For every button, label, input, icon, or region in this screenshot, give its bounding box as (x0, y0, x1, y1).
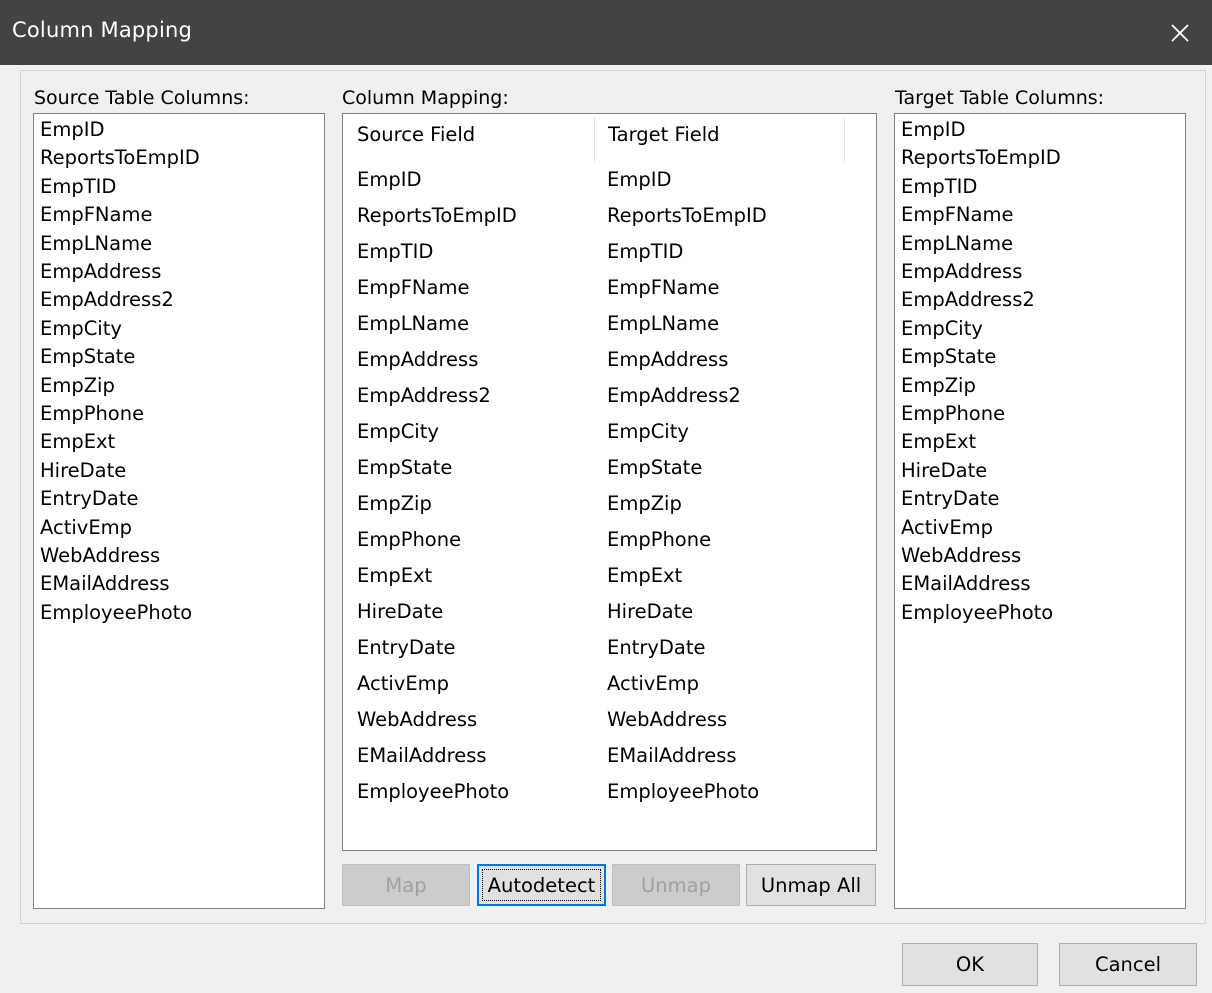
mapping-source-cell[interactable]: EmpPhone (357, 522, 461, 558)
list-item[interactable]: EmpLName (40, 230, 152, 258)
mapping-target-cell[interactable]: EMailAddress (607, 738, 737, 774)
mapping-source-cell[interactable]: EmpLName (357, 306, 469, 342)
list-item[interactable]: EmpZip (901, 372, 976, 400)
list-item[interactable]: EmpTID (901, 173, 977, 201)
mapping-target-cell[interactable]: EmpLName (607, 306, 719, 342)
mapping-target-cell[interactable]: ReportsToEmpID (607, 198, 767, 234)
mapping-target-cell[interactable]: ActivEmp (607, 666, 699, 702)
list-item[interactable]: EmpID (901, 116, 965, 144)
mapping-target-cell[interactable]: EmpExt (607, 558, 682, 594)
target-columns-label: Target Table Columns: (895, 87, 1105, 109)
target-columns-list[interactable]: EmpID ReportsToEmpID EmpTID EmpFName EmpLNam… (894, 113, 1186, 909)
list-item[interactable]: EmpFName (40, 201, 152, 229)
list-item[interactable]: EntryDate (901, 485, 1000, 513)
unmap-all-button[interactable]: Unmap All (746, 864, 876, 906)
list-item[interactable]: EmpExt (40, 428, 115, 456)
mapping-source-cell[interactable]: HireDate (357, 594, 443, 630)
list-item[interactable]: ReportsToEmpID (901, 144, 1061, 172)
mapping-source-cell[interactable]: EmpTID (357, 234, 433, 270)
mapping-target-cell[interactable]: EmpZip (607, 486, 682, 522)
list-item[interactable]: ReportsToEmpID (40, 144, 200, 172)
autodetect-button-label: Autodetect (487, 873, 596, 897)
list-item[interactable]: EmpTID (40, 173, 116, 201)
close-button[interactable] (1148, 0, 1212, 65)
mapping-source-cell[interactable]: EmployeePhoto (357, 774, 509, 810)
list-item[interactable]: EmpState (40, 343, 135, 371)
list-item[interactable]: EntryDate (40, 485, 139, 513)
list-item[interactable]: EmpCity (901, 315, 983, 343)
source-columns-list[interactable]: EmpID ReportsToEmpID EmpTID EmpFName EmpLNam… (33, 113, 325, 909)
list-item[interactable]: EmployeePhoto (901, 599, 1053, 627)
mapping-source-cell[interactable]: WebAddress (357, 702, 477, 738)
list-item[interactable]: HireDate (901, 457, 987, 485)
source-field-header[interactable]: Source Field (357, 123, 475, 146)
list-item[interactable]: EmpZip (40, 372, 115, 400)
map-button-label: Map (385, 873, 427, 897)
list-item[interactable]: EMailAddress (40, 570, 170, 598)
target-field-header[interactable]: Target Field (608, 123, 720, 146)
column-mapping-grid[interactable]: Source Field Target Field EmpID EmpID Repo… (342, 113, 877, 851)
source-columns-label: Source Table Columns: (34, 87, 250, 109)
mapping-source-cell[interactable]: EmpFName (357, 270, 469, 306)
mapping-source-cell[interactable]: EmpExt (357, 558, 432, 594)
mapping-target-cell[interactable]: EmpAddress2 (607, 378, 741, 414)
ok-button-label: OK (955, 953, 985, 976)
mapping-target-cell[interactable]: EmpAddress (607, 342, 728, 378)
mapping-source-cell[interactable]: ReportsToEmpID (357, 198, 517, 234)
list-item[interactable]: EMailAddress (901, 570, 1031, 598)
cancel-button-label: Cancel (1094, 953, 1162, 976)
list-item[interactable]: EmpID (40, 116, 104, 144)
list-item[interactable]: EmpPhone (40, 400, 144, 428)
list-item[interactable]: ActivEmp (40, 514, 132, 542)
mapping-source-cell[interactable]: EmpCity (357, 414, 439, 450)
mapping-target-cell[interactable]: EmpPhone (607, 522, 711, 558)
mapping-target-cell[interactable]: EmpState (607, 450, 702, 486)
cancel-button[interactable]: Cancel (1059, 943, 1197, 986)
list-item[interactable]: EmpAddress (901, 258, 1022, 286)
list-item[interactable]: EmpCity (40, 315, 122, 343)
map-button[interactable]: Map (342, 864, 470, 906)
ok-button[interactable]: OK (902, 943, 1038, 986)
close-icon (1171, 23, 1189, 42)
mapping-source-cell[interactable]: ActivEmp (357, 666, 449, 702)
list-item[interactable]: EmpAddress (40, 258, 161, 286)
mapping-target-cell[interactable]: EmpCity (607, 414, 689, 450)
list-item[interactable]: ActivEmp (901, 514, 993, 542)
unmap-all-button-label: Unmap All (760, 873, 862, 897)
header-divider (844, 118, 845, 162)
list-item[interactable]: EmployeePhoto (40, 599, 192, 627)
mapping-source-cell[interactable]: EmpState (357, 450, 452, 486)
mapping-target-cell[interactable]: HireDate (607, 594, 693, 630)
unmap-button[interactable]: Unmap (612, 864, 740, 906)
list-item[interactable]: WebAddress (901, 542, 1021, 570)
list-item[interactable]: WebAddress (40, 542, 160, 570)
mapping-source-cell[interactable]: EmpZip (357, 486, 432, 522)
mapping-source-cell[interactable]: EntryDate (357, 630, 456, 666)
list-item[interactable]: EmpLName (901, 230, 1013, 258)
list-item[interactable]: EmpAddress2 (901, 286, 1035, 314)
list-item[interactable]: EmpPhone (901, 400, 1005, 428)
title-bar: Column Mapping (0, 0, 1212, 65)
mapping-target-cell[interactable]: EmpTID (607, 234, 683, 270)
unmap-button-label: Unmap (641, 873, 711, 897)
list-item[interactable]: EmpFName (901, 201, 1013, 229)
autodetect-button[interactable]: Autodetect (477, 864, 606, 906)
mapping-target-cell[interactable]: WebAddress (607, 702, 727, 738)
mapping-target-cell[interactable]: EntryDate (607, 630, 706, 666)
mapping-source-cell[interactable]: EMailAddress (357, 738, 487, 774)
mapping-source-cell[interactable]: EmpAddress (357, 342, 478, 378)
mapping-target-cell[interactable]: EmpFName (607, 270, 719, 306)
mapping-source-cell[interactable]: EmpAddress2 (357, 378, 491, 414)
mapping-target-cell[interactable]: EmpID (607, 162, 671, 198)
mapping-target-cell[interactable]: EmployeePhoto (607, 774, 759, 810)
list-item[interactable]: EmpState (901, 343, 996, 371)
mapping-source-cell[interactable]: EmpID (357, 162, 421, 198)
column-mapping-label: Column Mapping: (342, 87, 509, 109)
header-divider (594, 118, 595, 162)
list-item[interactable]: EmpAddress2 (40, 286, 174, 314)
window-title: Column Mapping (12, 18, 193, 42)
list-item[interactable]: EmpExt (901, 428, 976, 456)
list-item[interactable]: HireDate (40, 457, 126, 485)
